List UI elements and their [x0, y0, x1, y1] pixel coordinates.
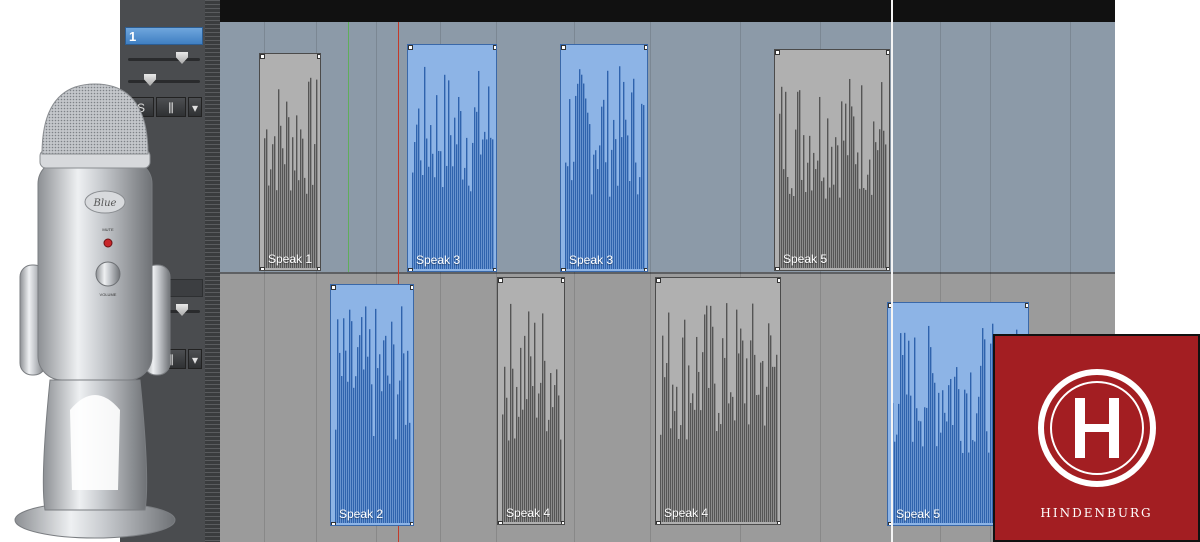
clip-resize-handle[interactable] [644, 268, 647, 271]
clip-resize-handle[interactable] [777, 521, 780, 524]
track-1-lane[interactable] [220, 22, 1115, 272]
clip-resize-handle[interactable] [561, 45, 566, 50]
clip-resize-handle[interactable] [777, 278, 780, 283]
clip-resize-handle[interactable] [656, 521, 661, 524]
track-divider-strip [205, 0, 220, 542]
waveform [565, 66, 645, 270]
clip-resize-handle[interactable] [260, 54, 265, 59]
waveform [335, 306, 411, 523]
clip-resize-handle[interactable] [656, 278, 661, 283]
clip-resize-handle[interactable] [410, 522, 413, 525]
clip-resize-handle[interactable] [331, 522, 336, 525]
track-1-name[interactable]: 1 [125, 27, 203, 45]
waveform [660, 303, 778, 522]
clip-resize-handle[interactable] [410, 285, 413, 290]
microphone-image: Blue MUTE VOLUME [14, 83, 176, 539]
clip-resize-handle[interactable] [561, 268, 566, 271]
clip-resize-handle[interactable] [408, 268, 413, 271]
waveform [264, 77, 318, 269]
waveform [779, 78, 887, 269]
lane-separator [220, 272, 1115, 274]
clip-resize-handle[interactable] [561, 278, 564, 283]
clip-label: Speak 5 [783, 252, 828, 266]
clip-resize-handle[interactable] [644, 45, 647, 50]
waveform [502, 303, 562, 522]
clip-resize-handle[interactable] [1025, 303, 1028, 308]
clip-resize-handle[interactable] [561, 521, 564, 524]
mic-brand: Blue [93, 198, 117, 209]
audio-clip[interactable]: Speak 3 [407, 44, 497, 272]
clip-resize-handle[interactable] [775, 267, 780, 270]
audio-clip[interactable]: Speak 1 [259, 53, 321, 271]
clip-resize-handle[interactable] [317, 54, 320, 59]
clip-resize-handle[interactable] [886, 50, 889, 55]
hindenburg-logo-text: HINDENBURG [1040, 506, 1153, 520]
audio-clip[interactable]: Speak 4 [655, 277, 781, 525]
clip-label: Speak 4 [506, 506, 551, 520]
mute-label: MUTE [102, 227, 114, 232]
clip-resize-handle[interactable] [498, 278, 503, 283]
waveform [412, 66, 494, 270]
volume-label: VOLUME [100, 292, 117, 297]
hindenburg-logo: HINDENBURG [993, 334, 1200, 542]
timeline[interactable]: Speak 1 Speak 3 Speak 3 Speak 5 Speak 2 … [220, 0, 1115, 542]
clip-resize-handle[interactable] [493, 268, 496, 271]
clip-resize-handle[interactable] [493, 45, 496, 50]
clip-label: Speak 3 [416, 253, 461, 267]
clip-resize-handle[interactable] [317, 267, 320, 270]
clip-label: Speak 5 [896, 507, 941, 521]
clip-label: Speak 2 [339, 507, 384, 521]
clip-resize-handle[interactable] [498, 521, 503, 524]
audio-clip[interactable]: Speak 3 [560, 44, 648, 272]
app-window: 1 S ⫼ ▾ ⫼ ▾ Speak 1 Speak 3 Speak 3 Spea… [0, 0, 1200, 542]
time-ruler[interactable] [220, 0, 1115, 22]
clip-label: Speak 1 [268, 252, 313, 266]
clip-label: Speak 4 [664, 506, 709, 520]
audio-clip[interactable]: Speak 2 [330, 284, 414, 526]
marker-line-green [348, 22, 349, 272]
grid-line [650, 22, 651, 542]
clip-resize-handle[interactable] [331, 285, 336, 290]
audio-clip[interactable]: Speak 4 [497, 277, 565, 525]
track-1-volume-slider[interactable] [128, 52, 200, 64]
clip-resize-handle[interactable] [775, 50, 780, 55]
audio-clip[interactable]: Speak 5 [774, 49, 890, 271]
clip-resize-handle[interactable] [260, 267, 265, 270]
clip-resize-handle[interactable] [408, 45, 413, 50]
clip-resize-handle[interactable] [886, 267, 889, 270]
playhead[interactable] [891, 0, 893, 542]
clip-label: Speak 3 [569, 253, 614, 267]
